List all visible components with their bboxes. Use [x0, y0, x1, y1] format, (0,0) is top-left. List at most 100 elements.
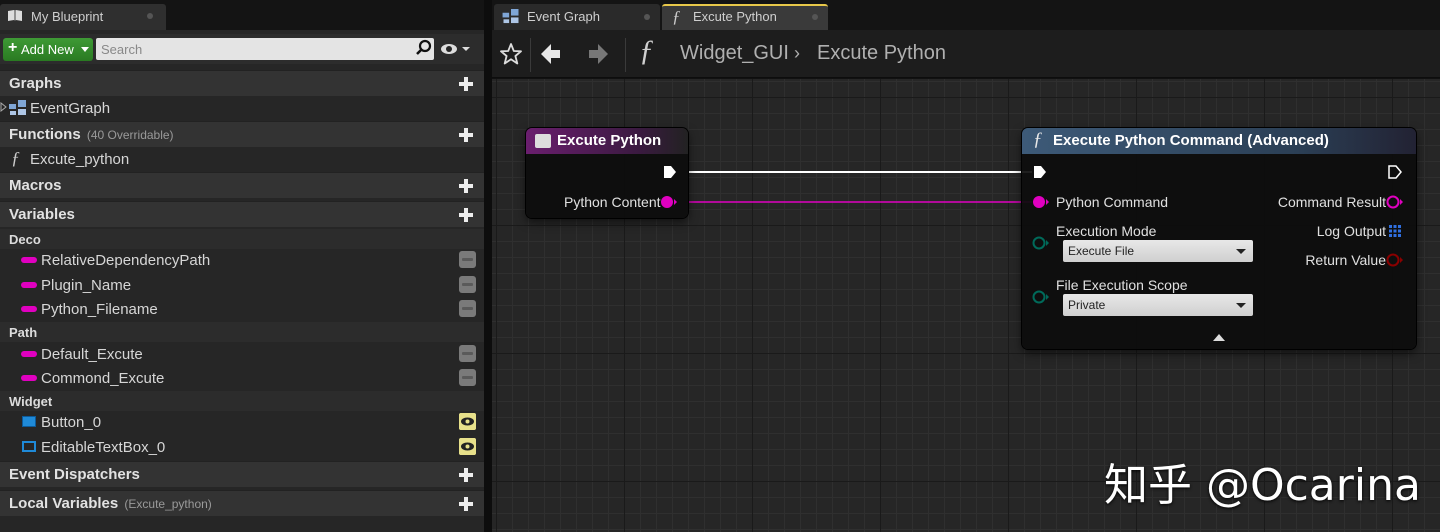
exec-out-pin-icon[interactable] [663, 165, 677, 179]
section-title: Event Dispatchers [9, 466, 140, 483]
visibility-closed-eye-icon[interactable] [459, 345, 476, 362]
watermark: 知乎 @Ocarina [1104, 460, 1421, 511]
section-macros[interactable]: Macros [0, 172, 484, 198]
entry-node-icon [535, 134, 551, 148]
close-tab-icon[interactable] [812, 14, 818, 20]
tab-my-blueprint[interactable]: My Blueprint [0, 4, 166, 30]
function-icon: ƒ [1033, 129, 1043, 150]
array-out-pin-icon[interactable] [1388, 224, 1402, 238]
graph-toolbar: ƒ Widget_GUI › Excute Python [492, 30, 1440, 78]
collapse-advanced-pins-icon[interactable] [1212, 332, 1226, 342]
view-options-eye-icon[interactable] [440, 42, 472, 56]
tab-label: Event Graph [527, 9, 600, 24]
list-item-eventgraph[interactable]: EventGraph [0, 96, 484, 120]
category-widget[interactable]: Widget [0, 391, 484, 411]
add-function-icon[interactable] [458, 127, 474, 143]
search-icon[interactable] [415, 39, 433, 57]
add-event-dispatcher-icon[interactable] [458, 467, 474, 483]
enum-in-pin-icon[interactable] [1032, 236, 1050, 250]
add-local-variable-icon[interactable] [458, 496, 474, 512]
section-title: Variables [9, 206, 75, 223]
visibility-closed-eye-icon[interactable] [459, 300, 476, 317]
my-blueprint-panel: My Blueprint + Add New Search Graphs Eve… [0, 0, 484, 532]
event-graph-icon [9, 100, 26, 115]
section-title: Functions (40 Overridable) [9, 126, 174, 143]
plus-icon: + [8, 39, 18, 56]
tab-label: Excute Python [693, 9, 777, 24]
section-title: Graphs [9, 75, 62, 92]
search-input[interactable]: Search [96, 38, 434, 60]
close-tab-icon[interactable] [644, 14, 650, 20]
visibility-closed-eye-icon[interactable] [459, 276, 476, 293]
variable-row[interactable]: Default_Excute [0, 342, 484, 366]
dropdown-value: Execute File [1068, 244, 1135, 258]
node-header: ƒ Execute Python Command (Advanced) [1022, 128, 1416, 154]
section-functions[interactable]: Functions (40 Overridable) [0, 121, 484, 147]
section-graphs[interactable]: Graphs [0, 70, 484, 96]
section-title: Local Variables (Excute_python) [9, 495, 212, 512]
event-graph-icon [502, 9, 519, 24]
object-type-icon [22, 441, 36, 452]
string-out-pin-icon[interactable] [660, 195, 678, 209]
visibility-open-eye-icon[interactable] [459, 413, 476, 430]
book-icon [8, 10, 22, 21]
dropdown-value: Private [1068, 298, 1106, 312]
section-event-dispatchers[interactable]: Event Dispatchers [0, 461, 484, 487]
list-item-function[interactable]: ƒ Excute_python [0, 147, 484, 171]
back-arrow-icon[interactable] [540, 42, 562, 66]
bool-out-pin-icon[interactable] [1386, 253, 1404, 267]
enum-in-pin-icon[interactable] [1032, 290, 1050, 304]
star-icon[interactable] [499, 42, 523, 66]
variable-row[interactable]: RelativeDependencyPath [0, 248, 484, 272]
node-title: Excute Python [557, 132, 662, 149]
toolbar-divider [530, 38, 531, 72]
execution-mode-dropdown[interactable]: Execute File [1063, 240, 1253, 262]
variable-name: EditableTextBox_0 [41, 439, 166, 456]
breadcrumb-blueprint[interactable]: Widget_GUI [680, 42, 789, 65]
add-variable-icon[interactable] [458, 207, 474, 223]
category-path[interactable]: Path [0, 322, 484, 342]
chevron-down-icon [1236, 249, 1246, 254]
string-out-pin-icon[interactable] [1386, 195, 1404, 209]
variable-row[interactable]: Button_0 [0, 410, 484, 434]
variable-row[interactable]: Python_Filename [0, 297, 484, 321]
pin-label: Execution Mode [1056, 223, 1157, 239]
tab-event-graph[interactable]: Event Graph [494, 4, 660, 30]
variable-name: RelativeDependencyPath [41, 252, 211, 269]
section-local-variables[interactable]: Local Variables (Excute_python) [0, 490, 484, 516]
panel-splitter[interactable] [484, 0, 492, 532]
expand-arrow-icon[interactable] [0, 102, 7, 112]
exec-out-pin-icon[interactable] [1388, 165, 1402, 179]
variable-row[interactable]: Commond_Excute [0, 366, 484, 390]
variable-name: Python_Filename [41, 301, 158, 318]
function-icon: ƒ [639, 34, 654, 67]
category-deco[interactable]: Deco [0, 229, 484, 249]
variable-row[interactable]: Plugin_Name [0, 273, 484, 297]
forward-arrow-icon[interactable] [587, 42, 609, 66]
visibility-open-eye-icon[interactable] [459, 438, 476, 455]
graph-canvas[interactable]: Excute Python Python Content ƒ Execute P… [492, 79, 1440, 532]
add-new-button[interactable]: + Add New [3, 38, 93, 61]
close-tab-icon[interactable] [147, 13, 153, 19]
variable-row[interactable]: EditableTextBox_0 [0, 435, 484, 459]
tab-excute-python[interactable]: ƒ Excute Python [662, 4, 828, 30]
exec-in-pin-icon[interactable] [1033, 165, 1047, 179]
pin-label: Return Value [1305, 252, 1386, 268]
variable-name: Commond_Excute [41, 370, 165, 387]
graph-editor: Event Graph ƒ Excute Python ƒ Widget_GUI… [492, 0, 1440, 532]
execute-python-command-node[interactable]: ƒ Execute Python Command (Advanced) Pyth… [1022, 128, 1416, 349]
chevron-down-icon [1236, 303, 1246, 308]
breadcrumb-graph[interactable]: Excute Python [817, 42, 946, 65]
node-title: Execute Python Command (Advanced) [1053, 132, 1329, 149]
add-macro-icon[interactable] [458, 178, 474, 194]
function-entry-node[interactable]: Excute Python Python Content [526, 128, 688, 218]
file-execution-scope-dropdown[interactable]: Private [1063, 294, 1253, 316]
section-subtitle: (40 Overridable) [86, 128, 174, 142]
add-graph-icon[interactable] [458, 76, 474, 92]
visibility-closed-eye-icon[interactable] [459, 251, 476, 268]
breadcrumb-separator-icon: › [794, 43, 800, 63]
string-in-pin-icon[interactable] [1032, 195, 1050, 209]
visibility-closed-eye-icon[interactable] [459, 369, 476, 386]
variable-name: Default_Excute [41, 346, 143, 363]
section-variables[interactable]: Variables [0, 201, 484, 227]
